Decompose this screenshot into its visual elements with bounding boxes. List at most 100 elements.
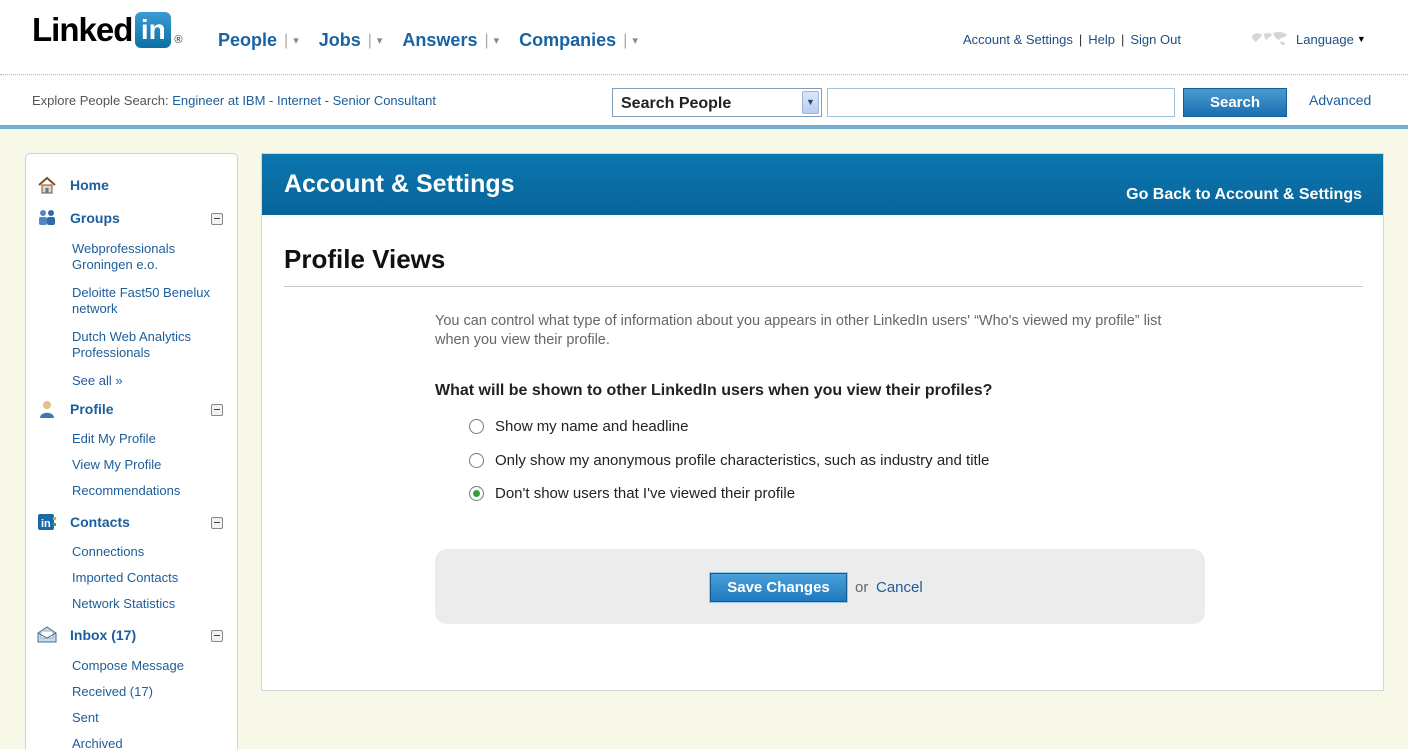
explore-suggestions-link[interactable]: Engineer at IBM - Internet - Senior Cons… bbox=[172, 93, 436, 108]
sidebar: Home Groups Webprofessionals Groningen e… bbox=[25, 153, 238, 749]
collapse-icon[interactable] bbox=[211, 213, 223, 225]
top-navigation-bar: Linked in ® People | ▾ Jobs | ▾ Answers … bbox=[0, 0, 1408, 75]
radio-button[interactable] bbox=[469, 419, 484, 434]
group-link[interactable]: Deloitte Fast50 Benelux network bbox=[72, 285, 232, 317]
received-link[interactable]: Received (17) bbox=[72, 684, 232, 700]
sidebar-item-label[interactable]: Inbox (17) bbox=[70, 627, 136, 643]
radio-button-selected[interactable] bbox=[469, 486, 484, 501]
option-label[interactable]: Only show my anonymous profile character… bbox=[495, 452, 989, 469]
inbox-icon bbox=[37, 626, 57, 643]
main-navigation: People | ▾ Jobs | ▾ Answers | ▾ Companie… bbox=[218, 30, 658, 51]
chevron-down-icon: ▼ bbox=[1356, 34, 1366, 44]
compose-message-link[interactable]: Compose Message bbox=[72, 658, 232, 674]
sign-out-link[interactable]: Sign Out bbox=[1130, 32, 1181, 47]
group-link[interactable]: Dutch Web Analytics Professionals bbox=[72, 329, 232, 361]
chevron-down-icon[interactable]: ▾ bbox=[632, 34, 638, 47]
connections-link[interactable]: Connections bbox=[72, 544, 232, 560]
search-button[interactable]: Search bbox=[1183, 88, 1287, 117]
logo-registered-mark: ® bbox=[174, 34, 183, 46]
world-map-icon bbox=[1252, 31, 1287, 46]
profile-icon bbox=[40, 401, 54, 418]
section-title: Profile Views bbox=[284, 244, 446, 274]
nav-separator: | bbox=[284, 31, 289, 49]
nav-label[interactable]: Companies bbox=[519, 30, 616, 51]
advanced-search-link[interactable]: Advanced bbox=[1309, 92, 1371, 108]
contacts-icon: in bbox=[38, 514, 56, 530]
radio-button[interactable] bbox=[469, 453, 484, 468]
sidebar-item-label[interactable]: Groups bbox=[70, 210, 120, 226]
sidebar-item-groups[interactable]: Groups bbox=[26, 208, 239, 230]
save-changes-button[interactable]: Save Changes bbox=[709, 572, 848, 603]
language-selector[interactable]: Language ▼ bbox=[1248, 30, 1366, 48]
option-anonymous-characteristics[interactable]: Only show my anonymous profile character… bbox=[469, 452, 989, 469]
cancel-link[interactable]: Cancel bbox=[876, 579, 923, 596]
search-type-select[interactable]: Search People ▼ bbox=[612, 88, 822, 117]
group-link[interactable]: Webprofessionals Groningen e.o. bbox=[72, 241, 232, 273]
sidebar-section-home: Home bbox=[26, 175, 239, 197]
chevron-down-icon[interactable]: ▾ bbox=[377, 34, 383, 47]
chevron-down-icon[interactable]: ▾ bbox=[494, 34, 500, 47]
nav-item-answers[interactable]: Answers | ▾ bbox=[402, 30, 499, 51]
sidebar-section-groups: Groups Webprofessionals Groningen e.o. D… bbox=[26, 208, 239, 388]
option-label[interactable]: Show my name and headline bbox=[495, 418, 688, 435]
view-my-profile-link[interactable]: View My Profile bbox=[72, 457, 232, 473]
see-all-groups-link[interactable]: See all » bbox=[72, 373, 232, 389]
option-dont-show[interactable]: Don't show users that I've viewed their … bbox=[469, 485, 795, 502]
sent-link[interactable]: Sent bbox=[72, 710, 232, 726]
sidebar-item-contacts[interactable]: in Contacts bbox=[26, 512, 239, 534]
sidebar-item-inbox[interactable]: Inbox (17) bbox=[26, 625, 239, 647]
archived-link[interactable]: Archived bbox=[72, 736, 232, 749]
option-label[interactable]: Don't show users that I've viewed their … bbox=[495, 485, 795, 502]
divider bbox=[284, 286, 1363, 287]
account-settings-link[interactable]: Account & Settings bbox=[963, 32, 1073, 47]
util-separator: | bbox=[1120, 32, 1125, 47]
utility-navigation: Account & Settings | Help | Sign Out bbox=[963, 32, 1181, 47]
nav-label[interactable]: People bbox=[218, 30, 277, 51]
logo-wordmark: Linked bbox=[32, 11, 133, 48]
option-show-name-headline[interactable]: Show my name and headline bbox=[469, 418, 688, 435]
explore-label: Explore People Search: bbox=[32, 93, 169, 108]
recommendations-link[interactable]: Recommendations bbox=[72, 483, 232, 499]
groups-icon bbox=[39, 210, 55, 225]
nav-label[interactable]: Answers bbox=[402, 30, 477, 51]
sidebar-item-profile[interactable]: Profile bbox=[26, 399, 239, 421]
sidebar-item-label[interactable]: Contacts bbox=[70, 514, 130, 530]
linkedin-logo[interactable]: Linked in ® bbox=[32, 12, 182, 54]
go-back-link[interactable]: Go Back to Account & Settings bbox=[1126, 186, 1362, 204]
nav-separator: | bbox=[484, 31, 489, 49]
search-type-value: Search People bbox=[621, 95, 732, 112]
sidebar-item-label[interactable]: Home bbox=[70, 177, 109, 193]
nav-item-companies[interactable]: Companies | ▾ bbox=[519, 30, 638, 51]
nav-separator: | bbox=[623, 31, 628, 49]
logo-in-badge: in bbox=[135, 12, 172, 48]
or-text: or bbox=[855, 579, 869, 596]
network-statistics-link[interactable]: Network Statistics bbox=[72, 596, 232, 612]
help-link[interactable]: Help bbox=[1088, 32, 1115, 47]
nav-item-jobs[interactable]: Jobs | ▾ bbox=[319, 30, 383, 51]
language-label[interactable]: Language bbox=[1296, 32, 1354, 47]
sidebar-section-contacts: in Contacts Connections Imported Contact… bbox=[26, 512, 239, 611]
nav-label[interactable]: Jobs bbox=[319, 30, 361, 51]
util-separator: | bbox=[1078, 32, 1083, 47]
home-icon bbox=[38, 176, 56, 194]
svg-text:in: in bbox=[41, 518, 51, 530]
chevron-down-icon[interactable]: ▼ bbox=[802, 91, 819, 114]
imported-contacts-link[interactable]: Imported Contacts bbox=[72, 570, 232, 586]
edit-my-profile-link[interactable]: Edit My Profile bbox=[72, 431, 232, 447]
intro-text: You can control what type of information… bbox=[435, 313, 1162, 348]
account-settings-panel: Account & Settings Go Back to Account & … bbox=[261, 153, 1384, 691]
page-title: Account & Settings bbox=[284, 170, 515, 198]
sidebar-item-label[interactable]: Profile bbox=[70, 401, 114, 417]
collapse-icon[interactable] bbox=[211, 404, 223, 416]
sidebar-item-home[interactable]: Home bbox=[26, 175, 239, 197]
form-actions: Save Changes or Cancel bbox=[435, 549, 1205, 624]
search-bar: Explore People Search: Engineer at IBM -… bbox=[0, 76, 1408, 129]
collapse-icon[interactable] bbox=[211, 517, 223, 529]
search-input[interactable] bbox=[827, 88, 1175, 117]
collapse-icon[interactable] bbox=[211, 630, 223, 642]
sidebar-section-inbox: Inbox (17) Compose Message Received (17)… bbox=[26, 625, 239, 749]
chevron-down-icon[interactable]: ▾ bbox=[293, 34, 299, 47]
panel-header: Account & Settings Go Back to Account & … bbox=[262, 154, 1383, 215]
nav-separator: | bbox=[367, 31, 372, 49]
nav-item-people[interactable]: People | ▾ bbox=[218, 30, 299, 51]
